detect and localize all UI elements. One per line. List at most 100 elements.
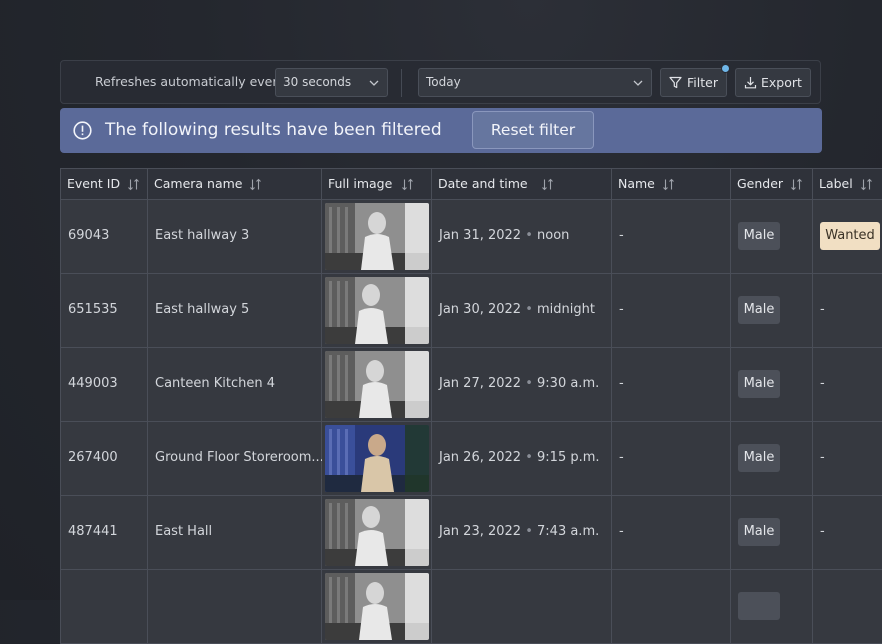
person-name: -	[619, 228, 624, 243]
camera-name: East hallway 3	[155, 228, 250, 243]
toolbar: Refreshes automatically every 30 seconds…	[60, 60, 821, 104]
cell-event-id: 449003	[60, 348, 148, 422]
thumbnail-image	[325, 203, 429, 270]
event-id: 487441	[68, 524, 118, 539]
sort-arrows-icon[interactable]	[541, 178, 554, 191]
cell-gender: Male	[731, 274, 813, 348]
event-id: 651535	[68, 302, 118, 317]
export-label: Export	[761, 75, 802, 90]
event-id: 69043	[68, 228, 110, 243]
cell-gender: Male	[731, 496, 813, 570]
cell-label	[813, 570, 882, 644]
cell-event-id: 487441	[60, 496, 148, 570]
cell-label: -	[813, 274, 882, 348]
event-id: 449003	[68, 376, 118, 391]
event-date: Jan 31, 2022	[439, 228, 522, 243]
col-header-camera-name[interactable]: Camera name	[148, 168, 322, 200]
event-date: Jan 30, 2022	[439, 302, 522, 317]
cell-name: -	[612, 274, 731, 348]
camera-name: Ground Floor Storeroom...	[155, 450, 324, 465]
chevron-down-icon	[633, 80, 643, 86]
col-header-label-text: Label	[819, 176, 853, 191]
event-datetime: Jan 23, 2022 • 7:43 a.m.	[439, 524, 599, 539]
cell-label: -	[813, 348, 882, 422]
cell-full-image[interactable]	[322, 570, 432, 644]
col-header-event-id[interactable]: Event ID	[60, 168, 148, 200]
chevron-down-icon	[369, 80, 379, 86]
cell-full-image[interactable]	[322, 200, 432, 274]
gender-badge: Male	[738, 444, 780, 472]
event-time: 7:43 a.m.	[537, 524, 600, 539]
cell-full-image[interactable]	[322, 274, 432, 348]
thumbnail-image	[325, 573, 429, 640]
cell-gender: Male	[731, 348, 813, 422]
cell-full-image[interactable]	[322, 348, 432, 422]
thumbnail-image	[325, 425, 429, 492]
filter-banner-message: The following results have been filtered	[105, 120, 442, 140]
cell-name: -	[612, 496, 731, 570]
date-range-select[interactable]: Today	[418, 68, 652, 97]
sort-arrows-icon[interactable]	[401, 178, 414, 191]
col-header-date-and-time[interactable]: Date and time	[432, 168, 612, 200]
col-header-label[interactable]: Label	[813, 168, 882, 200]
separator-dot: •	[525, 376, 533, 391]
col-header-label: Date and time	[438, 176, 528, 191]
export-button[interactable]: Export	[735, 68, 811, 97]
info-circle-icon	[73, 121, 92, 140]
thumbnail-image	[325, 277, 429, 344]
camera-name: Canteen Kitchen 4	[155, 376, 276, 391]
cell-name: -	[612, 348, 731, 422]
cell-date-time: Jan 26, 2022 • 9:15 p.m.	[432, 422, 612, 496]
cell-camera-name: Ground Floor Storeroom...	[148, 422, 324, 496]
gender-badge: Male	[738, 296, 780, 324]
event-date: Jan 27, 2022	[439, 376, 522, 391]
person-name: -	[619, 376, 624, 391]
person-name: -	[619, 450, 624, 465]
label-empty: -	[820, 302, 825, 317]
download-icon	[744, 77, 757, 89]
sort-arrows-icon[interactable]	[127, 178, 140, 191]
filter-button[interactable]: Filter	[660, 64, 730, 97]
camera-name: East hallway 5	[155, 302, 250, 317]
event-datetime: Jan 31, 2022 • noon	[439, 228, 569, 243]
label-empty: -	[820, 524, 825, 539]
col-header-name[interactable]: Name	[612, 168, 731, 200]
cell-camera-name: Canteen Kitchen 4	[148, 348, 322, 422]
cell-date-time: Jan 27, 2022 • 9:30 a.m.	[432, 348, 612, 422]
gender-badge: Male	[738, 370, 780, 398]
date-range-value: Today	[426, 75, 461, 89]
event-time: noon	[537, 228, 570, 243]
cell-gender	[731, 570, 813, 644]
cell-full-image[interactable]	[322, 496, 432, 570]
toolbar-divider	[401, 69, 402, 97]
event-datetime: Jan 30, 2022 • midnight	[439, 302, 595, 317]
col-header-full-image[interactable]: Full image	[322, 168, 432, 200]
sort-arrows-icon[interactable]	[790, 178, 803, 191]
col-header-gender[interactable]: Gender	[731, 168, 813, 200]
label-badge: Wanted	[820, 222, 880, 250]
funnel-icon	[669, 76, 682, 89]
cell-event-id	[60, 570, 148, 644]
refresh-label: Refreshes automatically every	[95, 74, 285, 89]
refresh-interval-value: 30 seconds	[283, 75, 352, 89]
cell-camera-name	[148, 570, 322, 644]
cell-camera-name: East Hall	[148, 496, 322, 570]
sort-arrows-icon[interactable]	[662, 178, 675, 191]
event-time: 9:30 a.m.	[537, 376, 600, 391]
cell-date-time: Jan 23, 2022 • 7:43 a.m.	[432, 496, 612, 570]
separator-dot: •	[525, 302, 533, 317]
sort-arrows-icon[interactable]	[249, 178, 262, 191]
event-datetime: Jan 26, 2022 • 9:15 p.m.	[439, 450, 600, 465]
filter-label: Filter	[687, 75, 718, 90]
cell-full-image[interactable]	[322, 422, 432, 496]
sort-arrows-icon[interactable]	[860, 178, 873, 191]
cell-label: Wanted	[813, 200, 882, 274]
cell-name: -	[612, 200, 731, 274]
active-filter-indicator	[721, 64, 730, 73]
reset-filter-button[interactable]: Reset filter	[472, 111, 594, 149]
separator-dot: •	[525, 524, 533, 539]
refresh-interval-select[interactable]: 30 seconds	[275, 68, 388, 97]
thumbnail-image	[325, 499, 429, 566]
cell-name: -	[612, 422, 731, 496]
col-header-label: Full image	[328, 176, 393, 191]
